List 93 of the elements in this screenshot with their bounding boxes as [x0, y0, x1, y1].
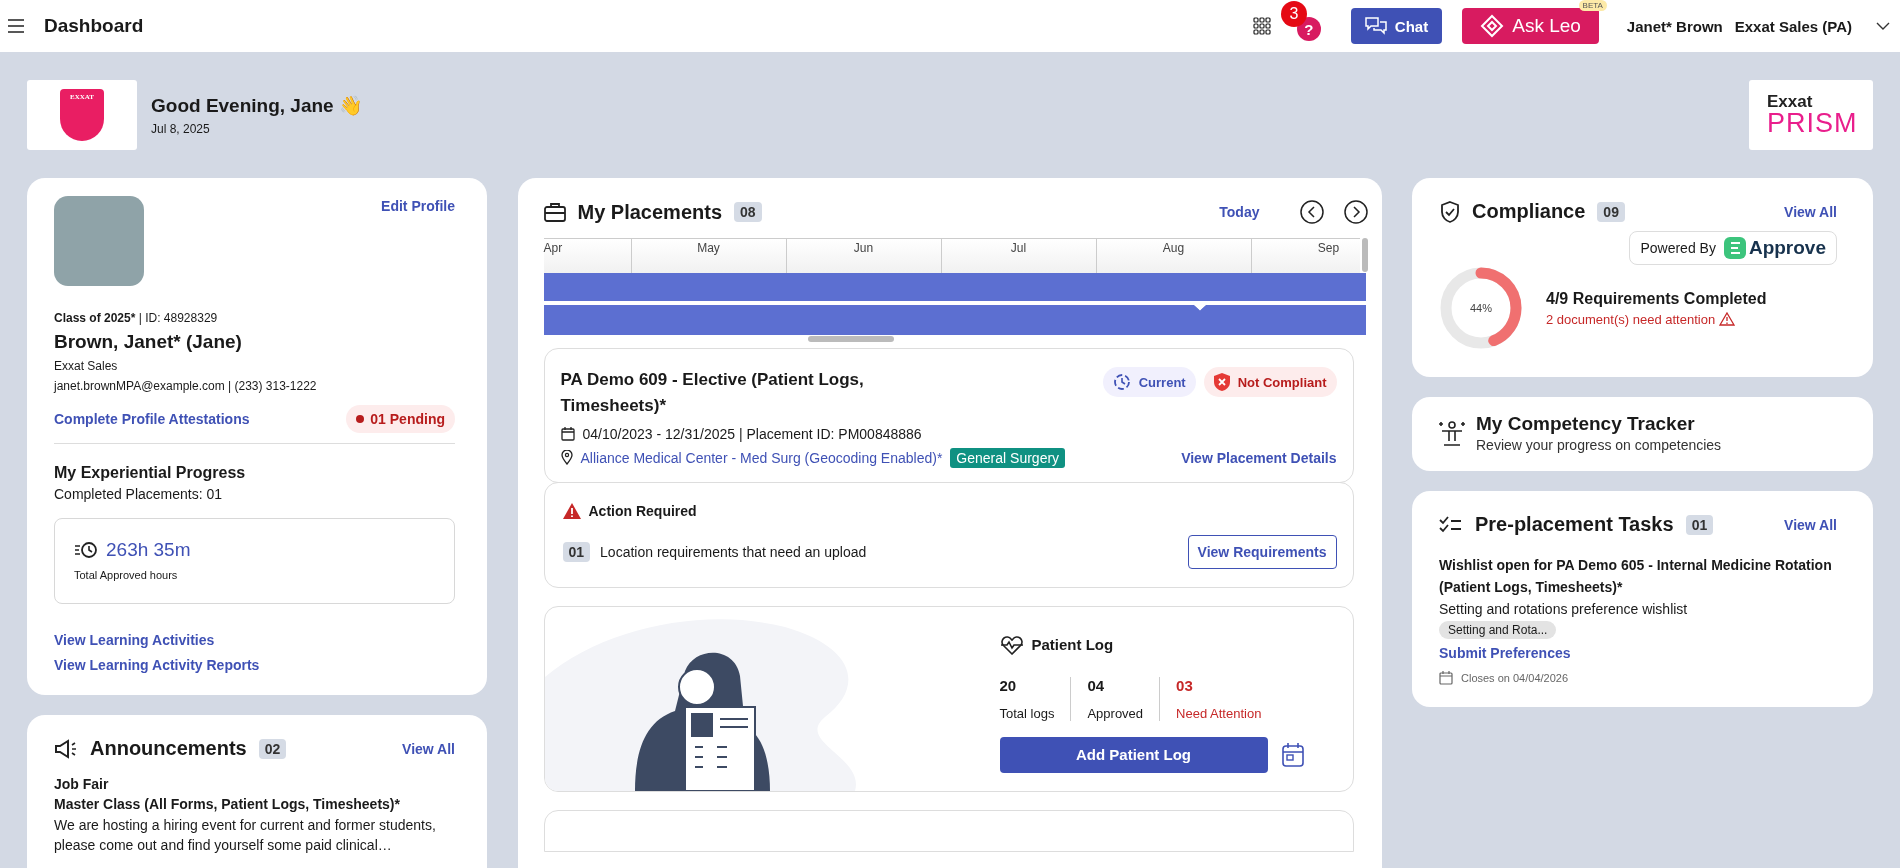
view-all-link[interactable]: View All [402, 740, 455, 757]
shield-check-icon [1440, 200, 1460, 223]
hours-label: Total Approved hours [74, 569, 179, 581]
task-title: Wishlist open for PA Demo 605 - Internal Medicine Rotation (Patient Logs, Timesheets)* [1439, 556, 1833, 598]
attestations-link[interactable]: Complete Profile Attestations [54, 411, 250, 427]
calendar-icon [560, 426, 575, 441]
section-title: My Competency Tracker [1476, 413, 1696, 435]
count-badge: 08 [734, 202, 762, 222]
patient-log-title: Patient Log [1031, 636, 1114, 654]
brand-logo: Exxat PRISM [1749, 80, 1873, 150]
status-badge: Current [1102, 367, 1196, 397]
section-subtitle: Review your progress on competencies [1476, 437, 1722, 453]
announcement-subtitle: Master Class (All Forms, Patient Logs, Timesheets)* [54, 796, 401, 812]
greeting-title: Good Evening, Jane 👋 [151, 94, 363, 117]
approved-hours: 263h 35m [106, 539, 191, 561]
organization-name: Exxat Sales [54, 359, 119, 373]
edit-profile-link[interactable]: Edit Profile [381, 198, 455, 214]
stat-value: 04 [1087, 676, 1106, 694]
announcement-title: Job Fair [54, 776, 110, 792]
pending-badge: 01 Pending [346, 405, 455, 433]
progress-title: My Experiential Progress [54, 464, 247, 482]
add-patient-log-button[interactable]: Add Patient Log [999, 736, 1268, 773]
announcement-body: We are hosting a hiring event for current and former students, please come out and find yourself some paid clinical… [54, 816, 437, 855]
location-link[interactable]: Alliance Medical Center - Med Surg (Geocoding Enabled)* [580, 449, 943, 466]
view-all-link[interactable]: View All [1784, 516, 1837, 533]
organization-name[interactable]: Exxat Sales (PA) [1734, 17, 1852, 35]
class-and-id: Class of 2025* | ID: 48928329 [54, 311, 219, 325]
completed-placements: Completed Placements: 01 [54, 486, 224, 502]
section-title: Pre-placement Tasks [1475, 513, 1674, 536]
next-button[interactable] [1343, 200, 1368, 224]
apps-grid-icon[interactable] [1252, 17, 1271, 35]
warning-icon [562, 502, 581, 519]
warning-icon [1719, 312, 1736, 326]
calendar-icon [1439, 670, 1453, 685]
status-badge: Not Compliant [1203, 367, 1337, 397]
checklist-icon [1439, 515, 1463, 534]
megaphone-icon [54, 738, 78, 759]
month-label: Apr [543, 240, 564, 257]
user-name[interactable]: Janet* Brown [1626, 17, 1723, 35]
page-title: Dashboard [44, 15, 144, 37]
stat-value: 20 [999, 676, 1018, 694]
beta-badge: BETA [1578, 0, 1607, 11]
section-title: Compliance [1472, 200, 1586, 223]
count-badge: 01 [1685, 514, 1714, 535]
count-badge: 01 [562, 541, 591, 562]
previous-button[interactable] [1299, 200, 1324, 224]
requirement-text: Location requirements that need an upload [600, 543, 867, 560]
stat-label: Total logs [999, 705, 1055, 721]
stat-label: Approved [1087, 705, 1144, 721]
count-badge: 02 [258, 738, 287, 759]
diamond-logo-icon [1480, 14, 1505, 38]
specialty-tag: General Surgery [950, 447, 1066, 468]
vertical-scrollbar[interactable] [1361, 238, 1368, 272]
stat-value: 03 [1176, 676, 1194, 694]
horizontal-scrollbar[interactable] [807, 336, 894, 342]
chat-button[interactable]: Chat [1350, 8, 1443, 44]
approve-logo-icon [1723, 237, 1746, 259]
briefcase-icon [543, 202, 566, 222]
person-sparkle-icon [1438, 419, 1466, 447]
clock-list-icon [74, 541, 98, 559]
action-title: Action Required [588, 502, 697, 519]
view-all-link[interactable]: View All [1784, 203, 1837, 220]
heartbeat-icon [999, 634, 1024, 655]
submit-preferences-link[interactable]: Submit Preferences [1439, 644, 1837, 661]
menu-icon[interactable] [8, 19, 24, 33]
count-badge: 09 [1597, 201, 1625, 222]
placement-dates: 04/10/2023 - 12/31/2025 | Placement ID: PM00848886 [582, 425, 922, 442]
learning-activity-link[interactable]: View Learning Activities [54, 632, 215, 648]
requirements-summary: 4/9 Requirements Completed [1546, 289, 1767, 308]
greeting-date: Jul 8, 2025 [151, 122, 211, 136]
attention-text: 2 document(s) need attention [1546, 311, 1716, 327]
student-name: Brown, Janet* (Jane) [54, 331, 243, 353]
task-tag: Setting and Rota... [1439, 620, 1557, 639]
chat-icon [1364, 17, 1387, 35]
section-title: My Placements [577, 200, 722, 224]
percent-label: 44% [1469, 301, 1493, 316]
learning-activity-link[interactable]: View Learning Activity Reports [54, 657, 260, 673]
chevron-down-icon[interactable] [1876, 22, 1890, 30]
section-title: Announcements [90, 737, 247, 760]
clock-dashed-icon [1112, 373, 1131, 391]
powered-by-badge: Powered By Approve [1629, 231, 1837, 265]
calendar-icon[interactable] [1281, 742, 1304, 767]
view-requirements-button[interactable]: View Requirements [1187, 534, 1337, 569]
shield-x-icon [1213, 373, 1230, 391]
placement-details-link[interactable]: View Placement Details [1181, 449, 1337, 466]
placement-title: PA Demo 609 - Elective (Patient Logs, Timesheets)* [560, 369, 865, 418]
ask-leo-button[interactable]: Ask Leo [1462, 8, 1599, 44]
stat-label: Need Attention [1176, 705, 1262, 721]
location-pin-icon [560, 450, 573, 466]
closing-date: Closes on 04/04/2026 [1461, 671, 1569, 684]
task-description: Setting and rotations preference wishlist [1439, 600, 1689, 617]
contact-info: janet.brownMPA@example.com | (233) 313-1222 [54, 379, 318, 393]
today-button[interactable]: Today [1219, 204, 1260, 220]
